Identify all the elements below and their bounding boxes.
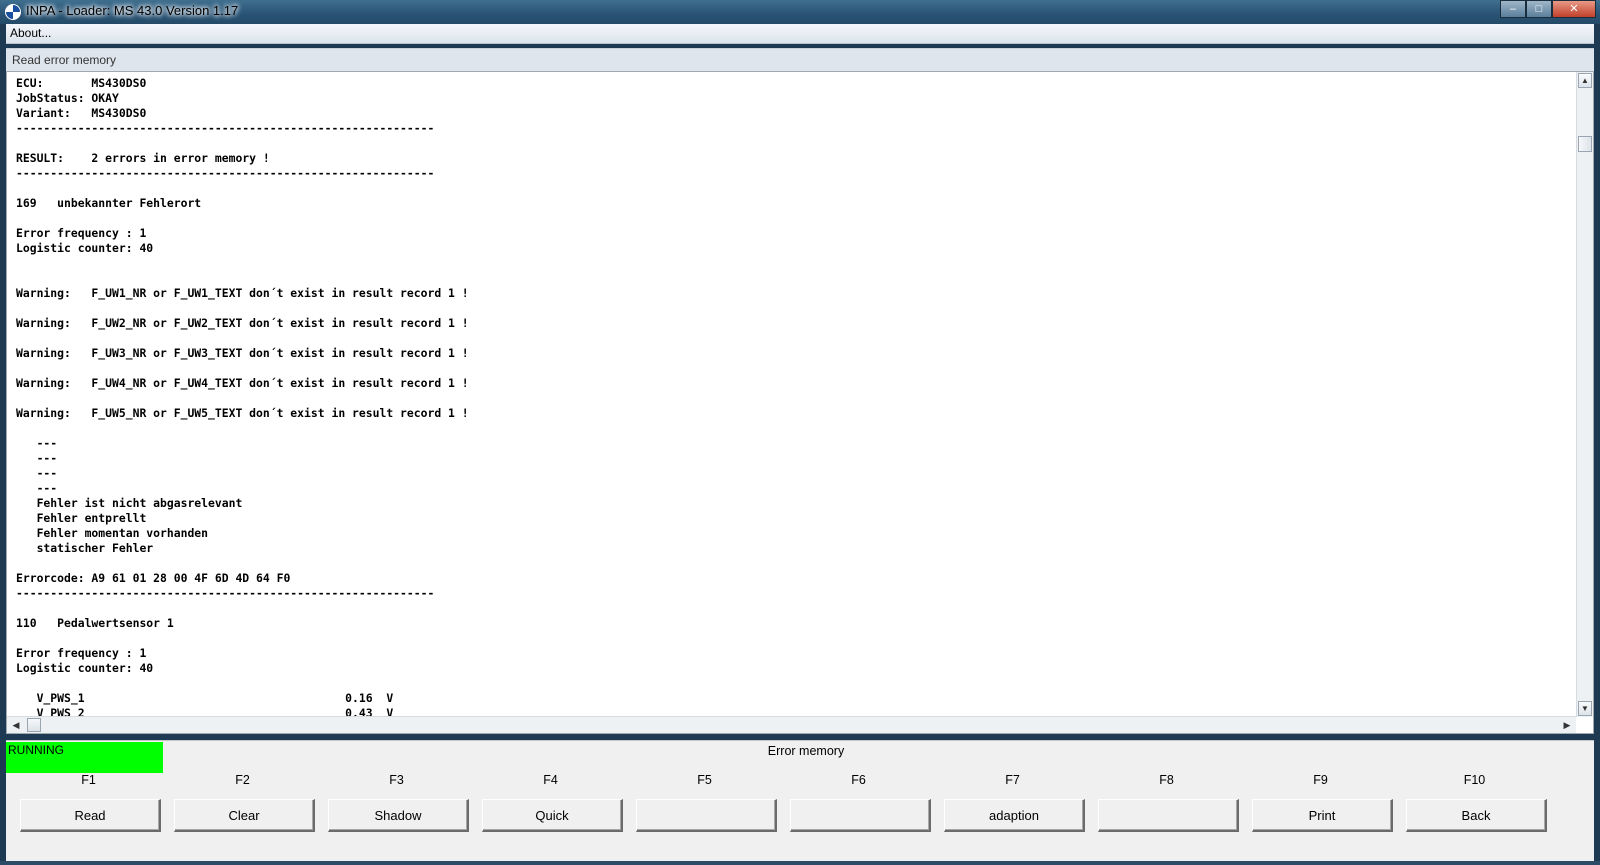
output-line: RESULT: 2 errors in error memory ! <box>16 151 270 165</box>
output-line: ----------------------------------------… <box>16 166 435 180</box>
f5-button[interactable] <box>636 799 777 832</box>
fkey-label-f8: F8 <box>1159 773 1174 787</box>
output-pane: ECU: MS430DS0 JobStatus: OKAY Variant: M… <box>6 71 1594 734</box>
fkey-label-f3: F3 <box>389 773 404 787</box>
menu-about[interactable]: About... <box>10 26 51 40</box>
output-line: --- <box>16 451 58 465</box>
output-line: Warning: F_UW1_NR or F_UW1_TEXT don´t ex… <box>16 286 469 300</box>
output-line: V_PWS_1 0.16 V <box>16 691 394 705</box>
output-line: --- <box>16 466 58 480</box>
output-line: Variant: MS430DS0 <box>16 106 147 120</box>
vertical-scrollbar[interactable]: ▲ ▼ <box>1576 72 1593 717</box>
f6-button[interactable] <box>790 799 931 832</box>
output-line: Error frequency : 1 <box>16 646 147 660</box>
scroll-left-icon[interactable]: ◀ <box>9 718 23 732</box>
output-line: Logistic counter: 40 <box>16 241 154 255</box>
output-line: Errorcode: A9 61 01 28 00 4F 6D 4D 64 F0 <box>16 571 291 585</box>
output-line: Logistic counter: 40 <box>16 661 154 675</box>
close-icon[interactable]: ✕ <box>1552 0 1596 18</box>
minimize-icon[interactable]: – <box>1500 0 1526 18</box>
maximize-icon[interactable]: □ <box>1526 0 1552 18</box>
clear-button[interactable]: Clear <box>174 799 315 832</box>
quick-button[interactable]: Quick <box>482 799 623 832</box>
output-text: ECU: MS430DS0 JobStatus: OKAY Variant: M… <box>16 76 1566 716</box>
output-line: Fehler ist nicht abgasrelevant <box>16 496 243 510</box>
bmw-logo-icon <box>5 4 21 20</box>
output-line: 169 unbekannter Fehlerort <box>16 196 202 210</box>
status-title: Error memory <box>767 744 845 758</box>
output-line: ----------------------------------------… <box>16 121 435 135</box>
output-line: --- <box>16 436 58 450</box>
back-button[interactable]: Back <box>1406 799 1547 832</box>
status-badge: RUNNING <box>6 742 163 773</box>
output-line: Fehler momentan vorhanden <box>16 526 209 540</box>
horizontal-scrollbar[interactable]: ◀ ▶ <box>7 716 1576 733</box>
output-line: Warning: F_UW3_NR or F_UW3_TEXT don´t ex… <box>16 346 469 360</box>
fkey-label-f2: F2 <box>235 773 250 787</box>
output-line: Warning: F_UW5_NR or F_UW5_TEXT don´t ex… <box>16 406 469 420</box>
window-title: INPA - Loader: MS 43.0 Version 1.17 <box>26 3 239 18</box>
read-button[interactable]: Read <box>20 799 161 832</box>
scroll-thumb[interactable] <box>1578 136 1592 152</box>
output-line: --- <box>16 481 58 495</box>
fkey-label-f9: F9 <box>1313 773 1328 787</box>
print-button[interactable]: Print <box>1252 799 1393 832</box>
scroll-down-icon[interactable]: ▼ <box>1578 701 1592 716</box>
output-line: Error frequency : 1 <box>16 226 147 240</box>
horizontal-scroll-thumb[interactable] <box>27 718 41 732</box>
function-key-panel: RUNNING Error memory F1 F2 F3 F4 F5 F6 F… <box>6 740 1594 861</box>
output-line: JobStatus: OKAY <box>16 91 119 105</box>
scroll-up-icon[interactable]: ▲ <box>1578 73 1592 88</box>
f8-button[interactable] <box>1098 799 1239 832</box>
screen-title-bar: Read error memory <box>6 48 1594 71</box>
fkey-label-f6: F6 <box>851 773 866 787</box>
fkey-label-f7: F7 <box>1005 773 1020 787</box>
output-line: Fehler entprellt <box>16 511 147 525</box>
window-titlebar: INPA - Loader: MS 43.0 Version 1.17 – □ … <box>0 0 1600 24</box>
taskbar-strip <box>0 861 1600 865</box>
screen-title: Read error memory <box>12 53 117 67</box>
output-line: 110 Pedalwertsensor 1 <box>16 616 174 630</box>
output-line: ECU: MS430DS0 <box>16 76 147 90</box>
adaption-button[interactable]: adaption <box>944 799 1085 832</box>
fkey-label-f1: F1 <box>81 773 96 787</box>
output-line: V_PWS_2 0.43 V <box>16 706 394 716</box>
output-line: statischer Fehler <box>16 541 154 555</box>
output-line: ----------------------------------------… <box>16 586 435 600</box>
fkey-label-f10: F10 <box>1463 773 1486 787</box>
shadow-button[interactable]: Shadow <box>328 799 469 832</box>
fkey-label-f5: F5 <box>697 773 712 787</box>
fkey-label-f4: F4 <box>543 773 558 787</box>
menu-bar: About... <box>6 24 1594 44</box>
window-controls: – □ ✕ <box>1500 0 1596 18</box>
output-line: Warning: F_UW2_NR or F_UW2_TEXT don´t ex… <box>16 316 469 330</box>
scroll-right-icon[interactable]: ▶ <box>1560 718 1574 732</box>
output-line: Warning: F_UW4_NR or F_UW4_TEXT don´t ex… <box>16 376 469 390</box>
